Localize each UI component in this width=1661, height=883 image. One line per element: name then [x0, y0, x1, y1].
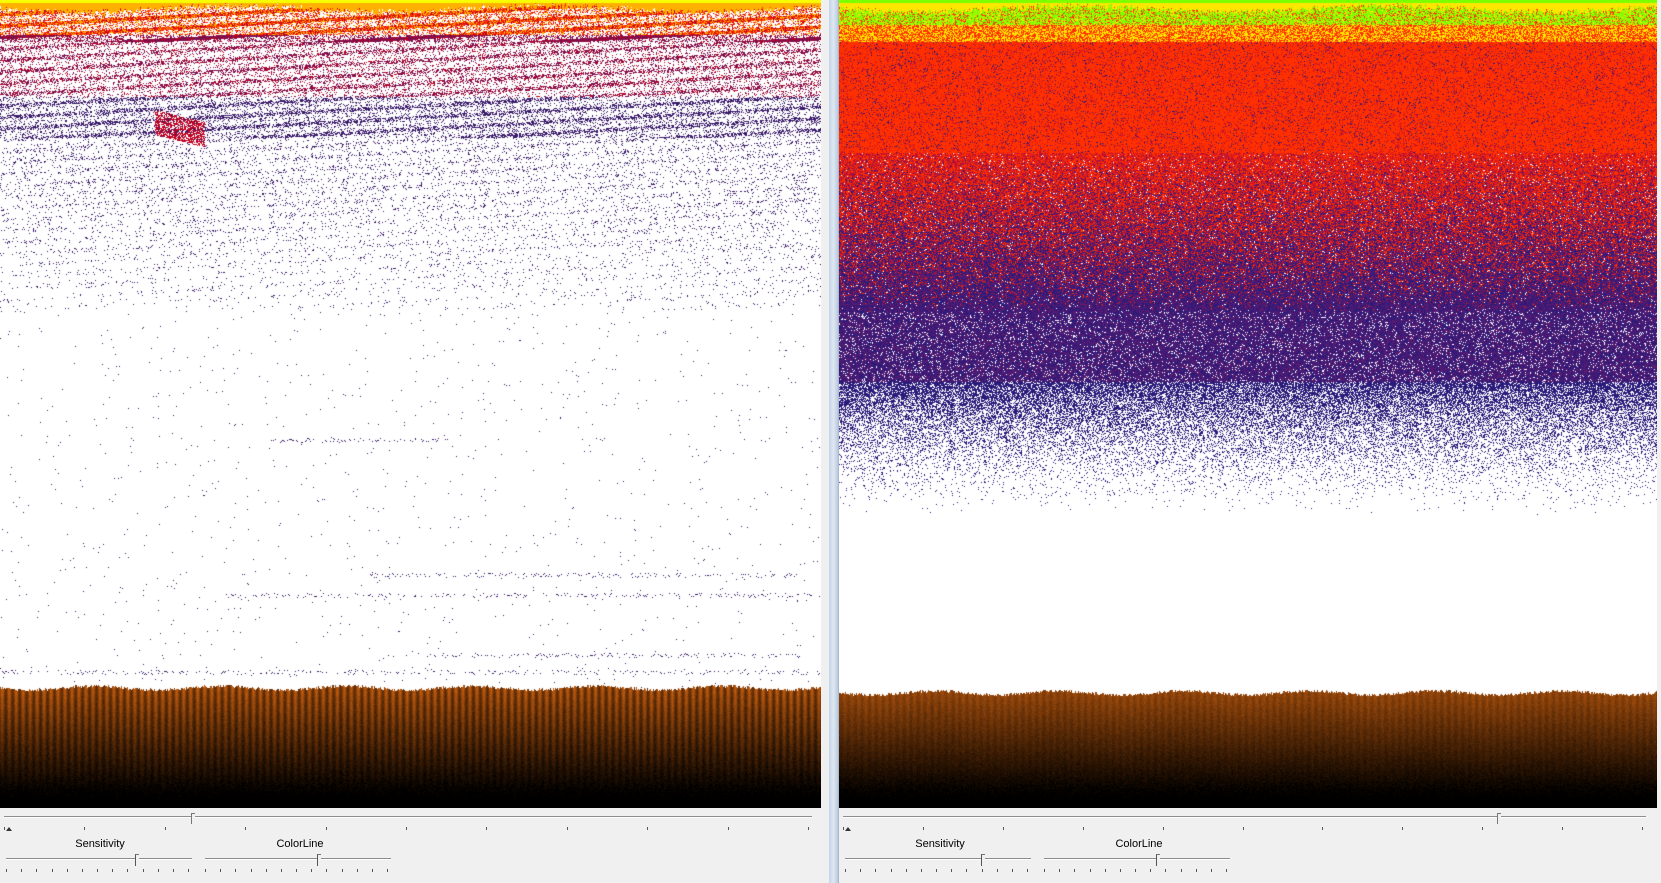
tick-mark [127, 869, 128, 872]
tick-mark [1562, 827, 1563, 830]
tick-mark [966, 869, 967, 872]
right-sensitivity-slider[interactable] [845, 852, 1031, 874]
tick-mark [1165, 869, 1166, 872]
tick-mark [266, 869, 267, 872]
left-sensitivity-knob[interactable] [135, 854, 139, 866]
tick-mark [1181, 869, 1182, 872]
tick-mark [843, 827, 844, 830]
tick-mark [158, 869, 159, 872]
tick-mark [342, 869, 343, 872]
right-history-scrollbar[interactable] [843, 813, 1646, 835]
right-echogram-pane: Sensitivity ColorLine [838, 0, 1661, 883]
tick-mark [921, 869, 922, 872]
tick-mark [406, 827, 407, 830]
tick-mark [1074, 869, 1075, 872]
tick-mark [21, 869, 22, 872]
left-colorline-slider[interactable] [205, 852, 391, 874]
tick-mark [1044, 869, 1045, 872]
tick-mark [951, 869, 952, 872]
left-echogram-display[interactable] [0, 0, 821, 808]
tick-mark [52, 869, 53, 872]
tick-mark [4, 827, 5, 830]
tick-mark [1083, 827, 1084, 830]
tick-mark [1150, 869, 1151, 872]
left-echogram-pane: Sensitivity ColorLine [0, 0, 830, 883]
right-colorline-slider[interactable] [1044, 852, 1230, 874]
left-scroll-marker-icon [6, 827, 12, 831]
pane-splitter[interactable] [829, 0, 838, 883]
tick-mark [860, 869, 861, 872]
left-scroll-thumb[interactable] [191, 813, 195, 824]
tick-mark [281, 869, 282, 872]
tick-mark [84, 827, 85, 830]
right-colorline-knob[interactable] [1156, 854, 1160, 866]
tick-mark [997, 869, 998, 872]
tick-mark [251, 869, 252, 872]
tick-mark [1090, 869, 1091, 872]
tick-mark [875, 869, 876, 872]
tick-mark [82, 869, 83, 872]
tick-mark [486, 827, 487, 830]
tick-mark [1211, 869, 1212, 872]
tick-mark [97, 869, 98, 872]
tick-mark [1059, 869, 1060, 872]
left-colorline-knob[interactable] [317, 854, 321, 866]
tick-mark [6, 869, 7, 872]
tick-mark [205, 869, 206, 872]
tick-mark [1120, 869, 1121, 872]
tick-mark [173, 869, 174, 872]
tick-mark [982, 869, 983, 872]
tick-mark [647, 827, 648, 830]
tick-mark [387, 869, 388, 872]
tick-mark [36, 869, 37, 872]
tick-mark [1135, 869, 1136, 872]
left-sensitivity-slider[interactable] [6, 852, 192, 874]
tick-mark [326, 869, 327, 872]
right-scroll-thumb[interactable] [1497, 813, 1501, 824]
tick-mark [1322, 827, 1323, 830]
tick-mark [1163, 827, 1164, 830]
tick-mark [1003, 827, 1004, 830]
tick-mark [296, 869, 297, 872]
left-colorline-label: ColorLine [276, 838, 324, 850]
tick-mark [143, 869, 144, 872]
tick-mark [372, 869, 373, 872]
tick-mark [1402, 827, 1403, 830]
tick-mark [728, 827, 729, 830]
tick-mark [567, 827, 568, 830]
right-sensitivity-knob[interactable] [981, 854, 985, 866]
tick-mark [245, 827, 246, 830]
left-history-scrollbar[interactable] [4, 813, 812, 835]
tick-mark [357, 869, 358, 872]
tick-mark [326, 827, 327, 830]
tick-mark [891, 869, 892, 872]
right-scroll-marker-icon [845, 827, 851, 831]
right-echogram-display[interactable] [839, 0, 1657, 808]
tick-mark [1105, 869, 1106, 872]
tick-mark [1642, 827, 1643, 830]
right-sensitivity-label: Sensitivity [915, 838, 965, 850]
tick-mark [1196, 869, 1197, 872]
tick-mark [1243, 827, 1244, 830]
right-colorline-label: ColorLine [1115, 838, 1163, 850]
tick-mark [220, 869, 221, 872]
tick-mark [67, 869, 68, 872]
tick-mark [112, 869, 113, 872]
tick-mark [311, 869, 312, 872]
tick-mark [1027, 869, 1028, 872]
tick-mark [1226, 869, 1227, 872]
tick-mark [845, 869, 846, 872]
tick-mark [1012, 869, 1013, 872]
tick-mark [923, 827, 924, 830]
tick-mark [165, 827, 166, 830]
tick-mark [235, 869, 236, 872]
left-sensitivity-label: Sensitivity [75, 838, 125, 850]
tick-mark [936, 869, 937, 872]
tick-mark [906, 869, 907, 872]
tick-mark [808, 827, 809, 830]
tick-mark [1482, 827, 1483, 830]
tick-mark [188, 869, 189, 872]
